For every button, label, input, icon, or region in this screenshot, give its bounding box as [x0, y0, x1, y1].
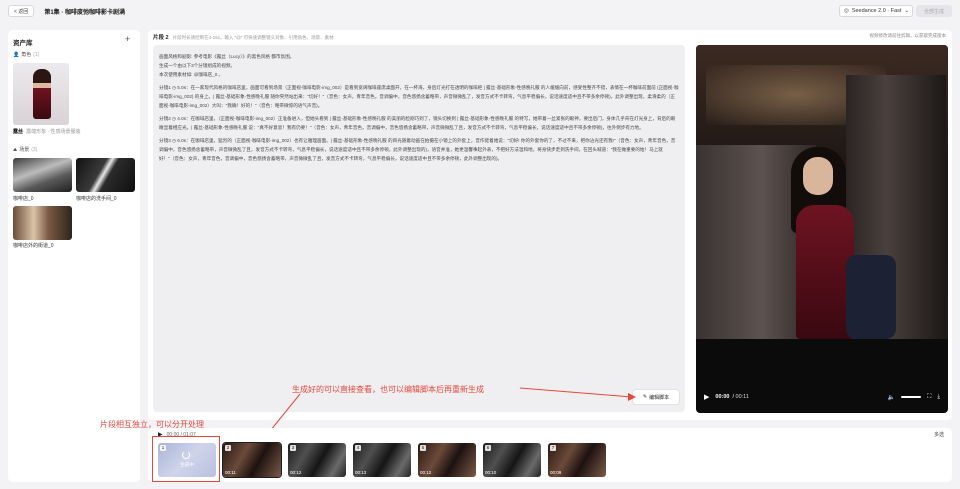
current-time: 00:00: [715, 394, 730, 400]
scenes-section-label: ⛰ 场景 (3): [13, 146, 38, 154]
video-frame: [696, 45, 948, 339]
scene-thumb-cafe-restroom[interactable]: [76, 158, 135, 192]
plus-icon[interactable]: +: [125, 34, 130, 44]
fullscreen-icon[interactable]: ⛶: [927, 394, 931, 401]
clip-duration: 00:09: [550, 470, 562, 475]
clip-index: 7: [550, 445, 556, 451]
volume-icon[interactable]: 🔈: [888, 394, 895, 401]
clip-index: 2: [225, 445, 231, 451]
script-shot-3: 分镜3 ◷ 6.0s：在咖啡店里，猛烈的（正面视-咖啡电影-img_002）也有…: [159, 138, 676, 161]
segment-header: 片段 2 片段时长请控制在4-15s，输入 "@" 可快速调整镜头对象、引用角色、…: [153, 33, 334, 41]
timeline-clip[interactable]: 7 00:09: [548, 443, 606, 477]
clip-index: 4: [355, 445, 361, 451]
play-icon[interactable]: ▶: [704, 393, 709, 401]
model-select-label: Seedance 2.0 · Fast: [851, 8, 902, 14]
chevron-down-icon: ⌄: [904, 8, 909, 14]
clip-index: 3: [290, 445, 296, 451]
segment-subtitle: 片段时长请控制在4-15s，输入 "@" 可快速调整镜头对象、引用角色、场景、素…: [172, 35, 334, 40]
role-portrait: [33, 69, 51, 119]
episode-title: 第1集 · 咖啡废弛咖啡影卡剧满: [44, 9, 125, 16]
script-line: 画面风格和剧影: 参考电影《露丝（Lucy）》的黑色风格 都市氛围。: [159, 54, 295, 59]
clip-duration: 00:12: [290, 470, 302, 475]
user-icon: 👤: [13, 51, 20, 58]
frame-figure-face: [803, 157, 833, 195]
role-name: 露丝: [13, 129, 24, 135]
back-button[interactable]: < 返回: [8, 5, 35, 17]
script-editor[interactable]: 画面风格和剧影: 参考电影《露丝（Lucy）》的黑色风格 都市氛围。 生成一个由…: [153, 45, 685, 412]
roles-section-label: 👤 角色 (1): [13, 51, 40, 59]
segment-title: 片段 2: [153, 35, 169, 41]
timeline: ▶ 00:00 / 01:07 多选 1 生成中 2 00:11 3 00:12…: [148, 428, 952, 482]
top-bar: < 返回 第1集 · 咖啡废弛咖啡影卡剧满: [0, 0, 960, 22]
asset-library-panel: 资产库 + 👤 角色 (1) 露丝- 露端形象 · 性感场景服装 ⛰ 场景 (3…: [8, 30, 140, 482]
timeline-clip[interactable]: 5 00:12: [418, 443, 476, 477]
scene-name: 咖啡店外的街道_0: [13, 243, 54, 249]
clip-duration: 00:13: [355, 470, 367, 475]
video-player[interactable]: ▶ 00:00 / 00:11 🔈 ⛶ ⤓: [696, 45, 948, 413]
clip-index: 6: [485, 445, 491, 451]
pencil-icon: ✎: [642, 394, 648, 400]
volume-slider[interactable]: [901, 396, 922, 398]
scene-name: 咖啡店的洗手间_0: [76, 196, 117, 202]
timeline-clip[interactable]: 3 00:12: [288, 443, 346, 477]
annotation-highlight-box: [152, 436, 220, 482]
edit-script-label: 编辑脚本: [649, 394, 670, 401]
edit-script-button[interactable]: ✎ 编辑脚本: [632, 389, 680, 405]
timeline-clip[interactable]: 2 00:11: [222, 442, 282, 478]
generate-all-button[interactable]: 全部生成: [916, 5, 952, 17]
script-shot-1: 分镜1 ◷ 5.0s：在一家现代风格的咖啡店里，画面可看到场景（正面视-咖啡电影…: [159, 85, 679, 108]
scene-name: 咖啡店_0: [13, 196, 34, 202]
script-line: 生成一个由以下3个分镜组成的视频。: [159, 63, 236, 68]
annotation-top: 生成好的可以直接查看，也可以编辑脚本后再重新生成: [292, 385, 484, 394]
role-desc: - 露端形象 · 性感场景服装: [23, 129, 81, 135]
role-caption: 露丝- 露端形象 · 性感场景服装: [13, 128, 81, 135]
roles-count: (1): [33, 51, 40, 58]
role-card-lucy[interactable]: [13, 63, 69, 125]
scenes-label: 场景: [19, 147, 30, 153]
scenes-count: (3): [31, 146, 38, 153]
timeline-clip[interactable]: 6 00:10: [483, 443, 541, 477]
scene-thumb-street[interactable]: [13, 206, 72, 240]
script-line: 本次使用素材如: @咖啡店_0 。: [159, 72, 224, 77]
asset-library-title: 资产库: [13, 40, 33, 47]
scene-thumb-cafe[interactable]: [13, 158, 72, 192]
model-select[interactable]: ◎ Seedance 2.0 · Fast ⌄: [839, 5, 913, 17]
landscape-icon: ⛰: [13, 146, 18, 153]
segment-panel: 片段 2 片段时长请控制在4-15s，输入 "@" 可快速调整镜头对象、引用角色、…: [148, 30, 952, 420]
clip-index: 5: [420, 445, 426, 451]
timeline-clip[interactable]: 4 00:13: [353, 443, 411, 477]
download-icon[interactable]: ⤓: [937, 394, 940, 401]
multi-select-button[interactable]: 多选: [934, 431, 944, 438]
video-controls: ▶ 00:00 / 00:11 🔈 ⛶ ⤓: [696, 385, 948, 409]
clip-duration: 00:11: [225, 470, 236, 475]
clip-duration: 00:10: [485, 470, 497, 475]
clip-duration: 00:12: [420, 470, 432, 475]
frame-jacket: [846, 255, 896, 339]
roles-label: 角色: [21, 52, 32, 58]
script-shot-2: 分镜2 ◷ 4.0s：在咖啡店里，（正面视-咖啡电影-img_002）正准备进入…: [159, 116, 676, 130]
duration: 00:11: [735, 394, 749, 400]
model-icon: ◎: [844, 8, 849, 14]
edit-hint: 视频修改请前往剪辑，以获取完成版本: [869, 33, 947, 38]
video-controls-right: 🔈 ⛶ ⤓: [888, 394, 940, 401]
